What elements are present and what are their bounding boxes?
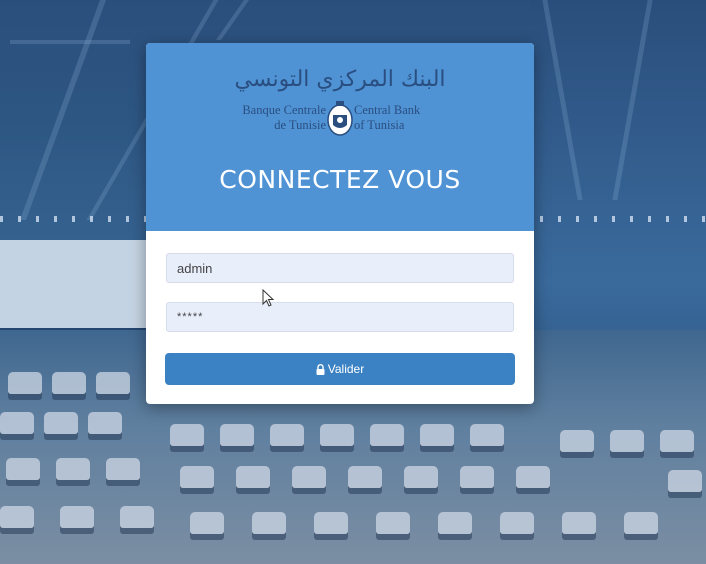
- background-screen: [0, 240, 150, 328]
- lock-icon: [316, 363, 325, 375]
- bank-name-english-line1: Central Bank: [354, 103, 421, 117]
- bank-name-arabic: البنك المركزي التونسي: [234, 67, 446, 92]
- background-chair: [516, 466, 550, 488]
- background-chair: [88, 412, 122, 434]
- background-chair: [460, 466, 494, 488]
- validate-button[interactable]: Valider: [165, 353, 515, 385]
- password-field[interactable]: [166, 302, 514, 332]
- background-chair: [560, 430, 594, 452]
- background-chair: [438, 512, 472, 534]
- background-chair: [60, 506, 94, 528]
- background-chair: [0, 506, 34, 528]
- background-chair: [0, 412, 34, 434]
- background-chair: [106, 458, 140, 480]
- background-chair: [404, 466, 438, 488]
- login-title: CONNECTEZ VOUS: [219, 165, 461, 194]
- bank-logo: Banque Centrale de Tunisie Central Bank …: [146, 99, 534, 139]
- background-chair: [6, 458, 40, 480]
- background-chair: [376, 512, 410, 534]
- username-field[interactable]: [166, 253, 514, 283]
- background-chair: [292, 466, 326, 488]
- background-beam: [10, 40, 130, 44]
- bank-emblem-icon: [327, 101, 353, 136]
- background-chair: [320, 424, 354, 446]
- background-chair: [668, 470, 702, 492]
- background-chair: [190, 512, 224, 534]
- background-chair: [180, 466, 214, 488]
- background-chair: [96, 372, 130, 394]
- background-chair: [44, 412, 78, 434]
- background-chair: [420, 424, 454, 446]
- background-chair: [348, 466, 382, 488]
- bank-name-english-line2: of Tunisia: [354, 118, 405, 132]
- background-chair: [8, 372, 42, 394]
- mouse-cursor-icon: [262, 289, 275, 307]
- background-chair: [220, 424, 254, 446]
- background-chair: [562, 512, 596, 534]
- background-chair: [500, 512, 534, 534]
- background-chair: [370, 424, 404, 446]
- background-chair: [624, 512, 658, 534]
- background-chair: [470, 424, 504, 446]
- background-chair: [314, 512, 348, 534]
- bank-name-french-line1: Banque Centrale: [242, 103, 326, 117]
- login-card: البنك المركزي التونسي Banque Centrale de…: [146, 43, 534, 404]
- background-chair: [660, 430, 694, 452]
- background-chair: [610, 430, 644, 452]
- bank-name-french-line2: de Tunisie: [274, 118, 326, 132]
- background-chair: [170, 424, 204, 446]
- background-chair: [236, 466, 270, 488]
- login-header: البنك المركزي التونسي Banque Centrale de…: [146, 43, 534, 231]
- background-chair: [252, 512, 286, 534]
- background-chair: [52, 372, 86, 394]
- bank-name-french: Banque Centrale de Tunisie: [242, 103, 326, 133]
- background-chair: [56, 458, 90, 480]
- bank-name-english: Central Bank of Tunisia: [354, 103, 420, 133]
- background-chair: [120, 506, 154, 528]
- background-chair: [270, 424, 304, 446]
- validate-button-label: Valider: [327, 362, 365, 376]
